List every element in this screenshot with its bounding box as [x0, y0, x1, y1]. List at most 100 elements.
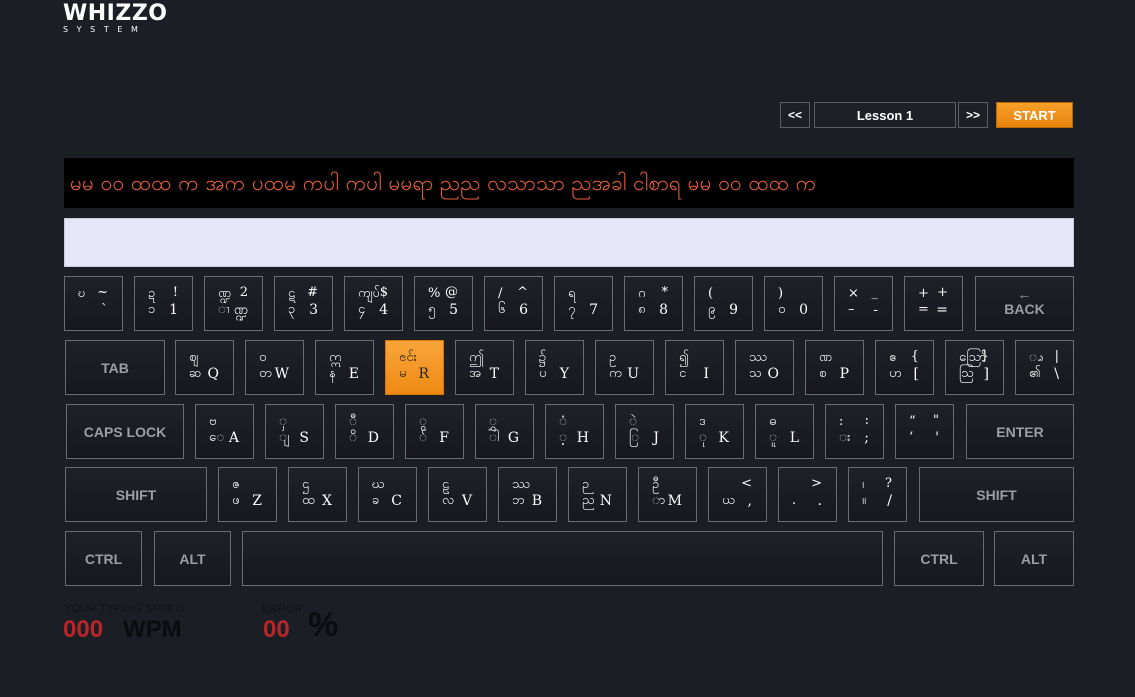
- key-7[interactable]: ရ၇7: [554, 276, 613, 331]
- key-w-br-glyph: W: [274, 366, 289, 382]
- key-period-tr-glyph: >: [811, 476, 822, 491]
- key-3[interactable]: ဋ #၃ 3: [274, 276, 333, 331]
- typing-input[interactable]: [64, 218, 1074, 267]
- left-alt-key[interactable]: ALT: [154, 531, 231, 586]
- key-8[interactable]: ဂ * ၈ 8: [624, 276, 683, 331]
- key-m[interactable]: ဦာ M: [638, 467, 697, 522]
- key-8-bl-glyph: ၈: [638, 302, 646, 317]
- key-l-tl-glyph: ဓ: [769, 414, 777, 429]
- key-f[interactable]: ွ် F: [405, 404, 464, 459]
- key-l[interactable]: ဓူ L: [755, 404, 814, 459]
- key-minus[interactable]: × _ – -: [834, 276, 893, 331]
- key-y[interactable]: ၌ပ Y: [525, 340, 584, 395]
- key-5-bl-glyph: ၅: [428, 302, 436, 317]
- key-g-bl-glyph: ါ: [489, 430, 500, 445]
- key-4-bl-glyph: ၄: [358, 302, 366, 317]
- key-slash[interactable]: ၊? ။ /: [848, 467, 907, 522]
- key-a[interactable]: ဗေ A: [195, 404, 254, 459]
- key-quote[interactable]: “ " ‘ ': [895, 404, 954, 459]
- previous-lesson-button[interactable]: <<: [780, 102, 810, 128]
- key-z-tl-glyph: ဇ: [232, 477, 240, 492]
- left-shift-key[interactable]: SHIFT: [65, 467, 207, 522]
- key-s-br-glyph: S: [299, 430, 309, 446]
- key-n[interactable]: ဉညN: [568, 467, 627, 522]
- key-n-bl-glyph: ည: [582, 493, 595, 508]
- key-1[interactable]: ဍ! ၁ 1: [134, 276, 193, 331]
- key-equals-tl-glyph: +: [918, 286, 929, 301]
- next-lesson-button[interactable]: >>: [958, 102, 988, 128]
- key-backslash-bl-glyph: ၏: [1029, 366, 1041, 381]
- key-b[interactable]: ဿဘB: [498, 467, 557, 522]
- backspace-key[interactable]: ← BACK: [975, 276, 1074, 331]
- key-3-br-glyph: 3: [309, 302, 318, 318]
- key-6[interactable]: / ^ ၆ 6: [484, 276, 543, 331]
- key-a-br-glyph: A: [228, 430, 239, 446]
- right-alt-key[interactable]: ALT: [994, 531, 1074, 586]
- key-f-bl-glyph: ်: [419, 430, 428, 445]
- key-c-tl-glyph: ဃ: [372, 477, 385, 492]
- key-bracket-left-tl-glyph: ဧ: [889, 350, 897, 365]
- backspace-key-label: BACK: [1004, 301, 1045, 317]
- key-o[interactable]: ဿသO: [735, 340, 794, 395]
- key-backtick[interactable]: ဎ ~ `: [64, 276, 123, 331]
- key-key-bl-glyph: ၢ: [218, 302, 230, 317]
- key-0-tl-glyph: ): [778, 286, 784, 301]
- key-z[interactable]: ဇဖZ: [218, 467, 277, 522]
- key-j-tl-glyph: ဲ: [629, 414, 638, 429]
- key-i[interactable]: ၍င I: [665, 340, 724, 395]
- tab-key[interactable]: TAB: [65, 340, 165, 395]
- key-h-bl-glyph: ့: [559, 430, 568, 445]
- key-o-tl-glyph: ဿ: [749, 350, 767, 365]
- key-0[interactable]: ) ၀ 0: [764, 276, 823, 331]
- key-e-br-glyph: E: [348, 366, 359, 382]
- key-b-tl-glyph: ဿ: [512, 477, 530, 492]
- key-4[interactable]: ကျပ် $၄ 4: [344, 276, 403, 331]
- key-m-br-glyph: M: [667, 493, 682, 509]
- key-g[interactable]: ွှါ G: [475, 404, 534, 459]
- key-d[interactable]: ီိ D: [335, 404, 394, 459]
- key-period[interactable]: >..: [778, 467, 837, 522]
- key-c[interactable]: ဃခC: [358, 467, 417, 522]
- key-e[interactable]: ဣနE: [315, 340, 374, 395]
- caps-lock-key[interactable]: CAPS LOCK: [66, 404, 184, 459]
- key-k-bl-glyph: ု: [699, 430, 708, 445]
- error-percent-unit: %: [308, 606, 339, 644]
- key-5[interactable]: % @၅ 5: [414, 276, 473, 331]
- key-t[interactable]: ဤအT: [455, 340, 514, 395]
- key-n-tl-glyph: ဉ: [582, 477, 590, 492]
- key-u[interactable]: ဥကU: [595, 340, 654, 395]
- left-ctrl-key[interactable]: CTRL: [65, 531, 142, 586]
- key-s[interactable]: ှျ S: [265, 404, 324, 459]
- key-r[interactable]: ၔင်းမ R: [385, 340, 444, 395]
- key-backslash[interactable]: ၗ | ၏ \: [1015, 340, 1074, 395]
- key-equals[interactable]: + + = =: [904, 276, 963, 331]
- key-bracket-right[interactable]: ဪ} ဩ]: [945, 340, 1004, 395]
- key-x[interactable]: ဌထX: [288, 467, 347, 522]
- start-button[interactable]: START: [996, 102, 1073, 128]
- key-comma[interactable]: < ယ,: [708, 467, 767, 522]
- key-key[interactable]: ဏ္ဍ 2ၢဏ္ဍ: [204, 276, 263, 331]
- enter-key[interactable]: ENTER: [966, 404, 1074, 459]
- key-equals-br-glyph: =: [936, 302, 948, 318]
- key-w[interactable]: ဝတW: [245, 340, 304, 395]
- key-0-bl-glyph: ၀: [778, 302, 786, 317]
- right-shift-key[interactable]: SHIFT: [919, 467, 1074, 522]
- key-j[interactable]: ဲြ J: [615, 404, 674, 459]
- key-v[interactable]: ဠလV: [428, 467, 487, 522]
- key-h[interactable]: ံ့ H: [545, 404, 604, 459]
- key-e-tl-glyph: ဣ: [329, 350, 342, 365]
- key-9[interactable]: (၉ 9: [694, 276, 753, 331]
- key-k[interactable]: ဒု K: [685, 404, 744, 459]
- key-bracket-left[interactable]: ဧ {ဟ [: [875, 340, 934, 395]
- key-z-bl-glyph: ဖ: [232, 493, 240, 508]
- spacebar-key[interactable]: [242, 531, 883, 586]
- key-q[interactable]: ဈဆQ: [175, 340, 234, 395]
- key-u-br-glyph: U: [627, 366, 639, 382]
- key-f-tl-glyph: ွ: [419, 414, 428, 429]
- key-p[interactable]: ဏစP: [805, 340, 864, 395]
- key-semicolon[interactable]: ::း;: [825, 404, 884, 459]
- right-ctrl-key[interactable]: CTRL: [894, 531, 984, 586]
- key-bracket-left-tr-glyph: {: [910, 349, 919, 364]
- spacebar-key-label: [243, 532, 882, 585]
- caps-lock-key-label: CAPS LOCK: [83, 423, 167, 440]
